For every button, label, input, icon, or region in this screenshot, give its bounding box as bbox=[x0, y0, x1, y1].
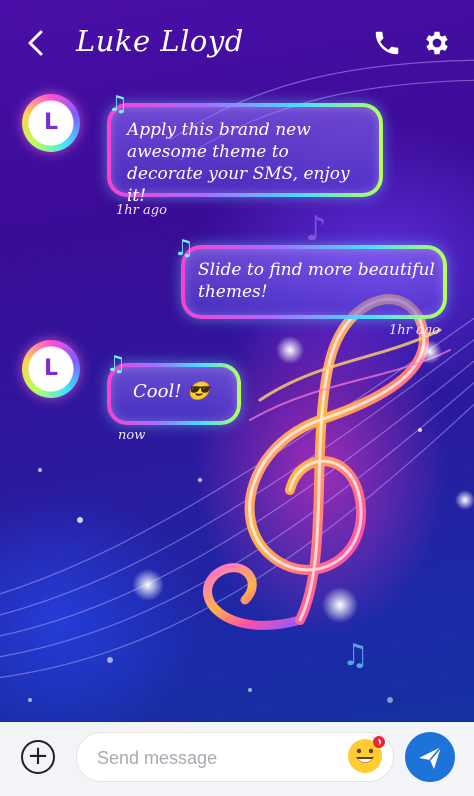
composer-bar: + bbox=[0, 722, 474, 796]
avatar[interactable]: L bbox=[22, 94, 80, 152]
message-timestamp: 1hr ago bbox=[389, 323, 440, 338]
message-bubble-incoming[interactable]: Cool! 😎 bbox=[108, 364, 240, 424]
message-text: Slide to find more beautiful themes! bbox=[198, 260, 435, 302]
phone-icon bbox=[375, 31, 399, 55]
back-button[interactable] bbox=[24, 28, 52, 60]
paper-plane-icon bbox=[419, 746, 442, 769]
avatar-initial: L bbox=[43, 356, 59, 381]
conversation-header: Luke Lloyd bbox=[0, 0, 474, 84]
message-input[interactable] bbox=[95, 743, 339, 773]
message-timestamp: now bbox=[118, 428, 146, 443]
svg-text:♫: ♫ bbox=[342, 638, 369, 673]
music-note-icon: ♫ bbox=[106, 352, 126, 377]
call-button[interactable] bbox=[372, 28, 402, 58]
message-bubble-outgoing[interactable]: Slide to find more beautiful themes! bbox=[182, 246, 446, 318]
grinning-face-icon bbox=[348, 736, 385, 773]
chevron-left-icon bbox=[28, 30, 43, 56]
music-note-icon: ♫ bbox=[174, 236, 194, 261]
avatar-initial: L bbox=[43, 110, 59, 135]
avatar[interactable]: L bbox=[22, 340, 80, 398]
message-timestamp: 1hr ago bbox=[116, 203, 167, 218]
message-text: Cool! 😎 bbox=[133, 381, 210, 402]
message-text: Apply this brand new awesome theme to de… bbox=[127, 120, 350, 206]
settings-button[interactable] bbox=[422, 28, 452, 58]
svg-text:♪: ♪ bbox=[305, 209, 327, 249]
plus-circle-icon: + bbox=[27, 741, 49, 771]
emoji-button[interactable] bbox=[346, 735, 386, 775]
music-note-icon: ♫ bbox=[108, 92, 128, 117]
gear-icon bbox=[426, 31, 448, 55]
send-button[interactable] bbox=[405, 732, 455, 782]
message-bubble-incoming[interactable]: Apply this brand new awesome theme to de… bbox=[108, 104, 382, 206]
add-attachment-button[interactable]: + bbox=[21, 740, 55, 774]
contact-name: Luke Lloyd bbox=[76, 24, 244, 58]
